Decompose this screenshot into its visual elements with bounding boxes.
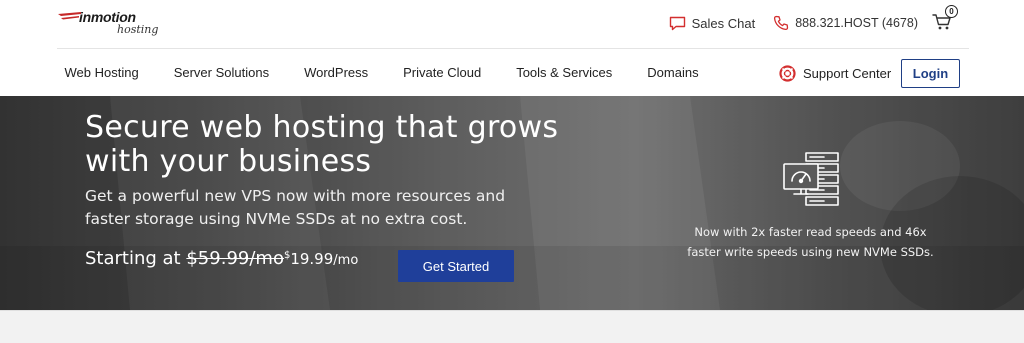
hero-banner: Secure web hosting that grows with your … <box>0 96 1024 310</box>
hero-price: Starting at $59.99/mo$19.99/mo <box>85 248 358 269</box>
support-center-link[interactable]: Support Center <box>779 65 891 82</box>
cart-count-badge: 0 <box>945 5 958 18</box>
price-new: 19.99 <box>290 250 334 268</box>
nav-item-wordpress[interactable]: WordPress <box>287 65 386 80</box>
get-started-button[interactable]: Get Started <box>398 250 514 282</box>
price-old: $59.99/mo <box>186 248 284 269</box>
login-button[interactable]: Login <box>901 59 960 88</box>
sales-chat-label: Sales Chat <box>691 15 756 31</box>
inmotion-hosting-logo[interactable]: inmotion hosting <box>57 8 167 40</box>
hero-title: Secure web hosting that grows with your … <box>85 110 559 179</box>
nav-item-tools-services[interactable]: Tools & Services <box>499 65 630 80</box>
support-center-label: Support Center <box>803 66 892 81</box>
content-section-top <box>0 310 1024 343</box>
phone-icon <box>774 15 789 31</box>
logo-subtext: hosting <box>117 23 159 36</box>
hero-subtitle: Get a powerful new VPS now with more res… <box>85 187 506 228</box>
nav-item-domains[interactable]: Domains <box>630 65 716 80</box>
cart-button[interactable]: 0 <box>932 5 958 33</box>
lifebuoy-icon <box>779 65 796 82</box>
sales-chat-link[interactable]: Sales Chat <box>669 15 756 31</box>
nav-menu: Web Hosting Server Solutions WordPress P… <box>47 49 716 96</box>
top-bar: inmotion hosting Sales Chat 888.321.HOST… <box>0 0 1024 48</box>
nav-item-server-solutions[interactable]: Server Solutions <box>156 65 286 80</box>
price-period: /mo <box>333 253 359 268</box>
phone-number: 888.321.HOST (4678) <box>795 16 918 30</box>
main-nav: Web Hosting Server Solutions WordPress P… <box>0 49 1024 96</box>
chat-bubble-icon <box>669 16 685 30</box>
top-right-links: Sales Chat 888.321.HOST (4678) 0 <box>669 5 958 34</box>
price-prefix: Starting at <box>85 248 181 269</box>
server-speedometer-icon <box>783 152 839 206</box>
nav-item-private-cloud[interactable]: Private Cloud <box>386 65 499 80</box>
hero-note: Now with 2x faster read speeds and 46x f… <box>687 225 934 259</box>
phone-link[interactable]: 888.321.HOST (4678) <box>773 15 918 31</box>
nav-item-web-hosting[interactable]: Web Hosting <box>47 65 156 80</box>
